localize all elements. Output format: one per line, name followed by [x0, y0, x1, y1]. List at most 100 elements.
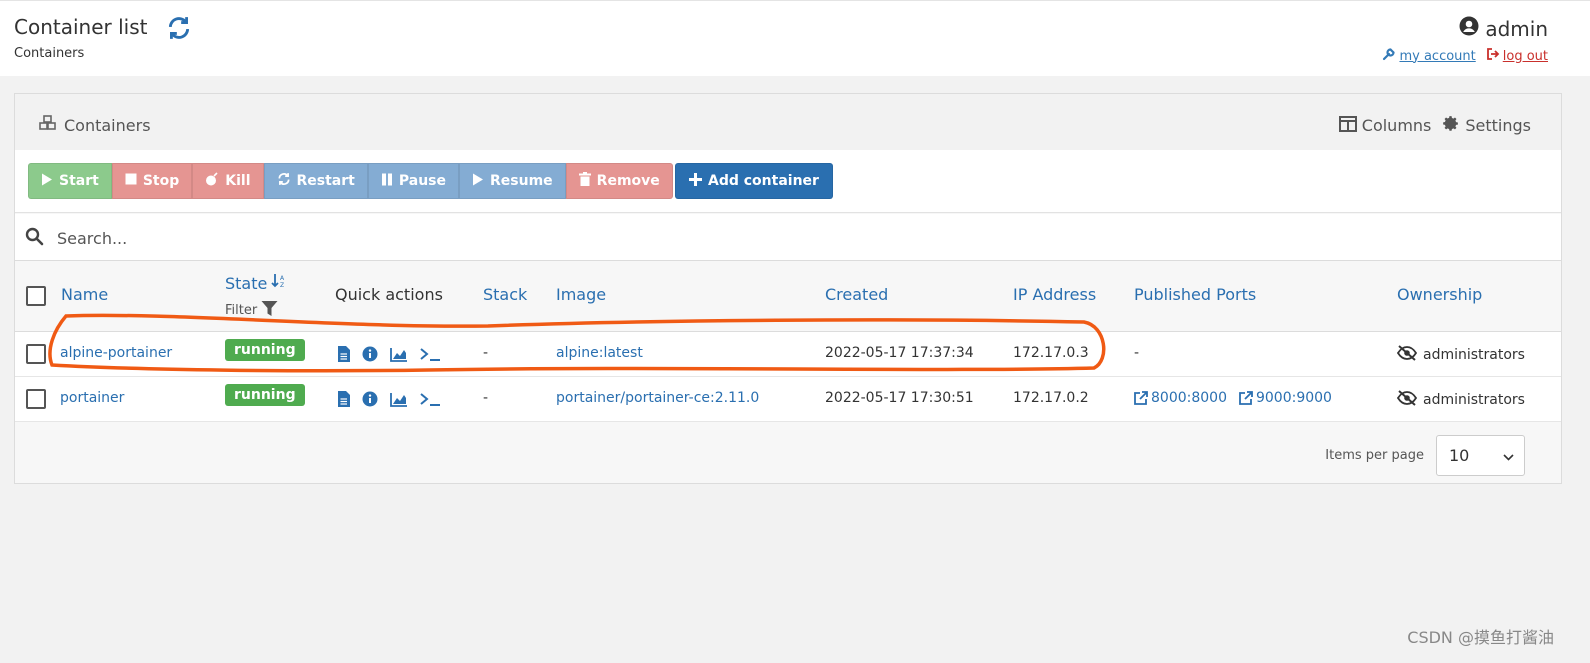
ownership-label: administrators — [1423, 347, 1525, 363]
select-all-checkbox[interactable] — [26, 286, 46, 306]
state-filter[interactable]: Filter — [225, 300, 278, 321]
table-header: Name State AZ Filter Quick actions Stack… — [15, 262, 1561, 332]
refresh-icon[interactable] — [166, 15, 192, 41]
published-ports-value: - — [1134, 345, 1140, 361]
sign-out-icon — [1486, 47, 1500, 65]
console-terminal-icon[interactable] — [420, 392, 442, 407]
filter-label: Filter — [225, 303, 258, 318]
column-header-created[interactable]: Created — [825, 285, 888, 304]
column-header-quick-actions: Quick actions — [335, 285, 443, 304]
remove-button[interactable]: Remove — [565, 163, 673, 199]
page-subtitle: Containers — [14, 46, 85, 61]
stats-chart-icon[interactable] — [390, 392, 408, 407]
port-label: 9000:9000 — [1255, 390, 1332, 406]
chevron-down-icon — [1503, 446, 1514, 465]
items-per-page-select[interactable]: 10 — [1436, 435, 1525, 476]
status-badge-cell: running — [225, 384, 305, 406]
search-input[interactable] — [55, 223, 955, 253]
pause-button[interactable]: Pause — [367, 163, 459, 199]
panel-header: Containers Columns Settings — [15, 94, 1561, 150]
panel-title: Containers — [39, 115, 151, 135]
status-badge: running — [225, 384, 305, 406]
external-link-icon — [1239, 391, 1253, 405]
user-links: my account log out — [1382, 47, 1548, 65]
log-out-link[interactable]: log out — [1486, 47, 1548, 65]
row-checkbox[interactable] — [26, 389, 46, 409]
gear-icon — [1443, 115, 1460, 136]
resume-button[interactable]: Resume — [459, 163, 566, 199]
info-circle-icon[interactable] — [362, 346, 378, 362]
page-title: Container list — [14, 15, 148, 39]
start-button[interactable]: Start — [28, 163, 112, 199]
items-per-page-value: 10 — [1449, 446, 1470, 465]
remove-label: Remove — [596, 173, 660, 189]
column-header-ip[interactable]: IP Address — [1013, 285, 1096, 304]
add-container-label: Add container — [708, 173, 819, 189]
image-link[interactable]: alpine:latest — [556, 345, 643, 361]
cubes-icon — [39, 115, 57, 135]
stop-icon — [125, 173, 137, 189]
ip-address-value: 172.17.0.3 — [1013, 345, 1089, 361]
eye-slash-icon — [1396, 345, 1418, 365]
svg-text:A: A — [280, 275, 285, 282]
columns-button[interactable]: Columns — [1338, 115, 1431, 136]
column-header-stack[interactable]: Stack — [483, 285, 527, 304]
column-header-ownership[interactable]: Ownership — [1397, 285, 1482, 304]
ownership-label: administrators — [1423, 392, 1525, 408]
add-container-button[interactable]: Add container — [675, 163, 833, 199]
table-row: alpine-portainer running - alpine:latest… — [15, 332, 1561, 377]
column-header-image[interactable]: Image — [556, 285, 606, 304]
ownership-cell: administrators — [1396, 390, 1525, 410]
console-terminal-icon[interactable] — [420, 347, 442, 362]
search-bar — [15, 214, 1561, 261]
stats-chart-icon[interactable] — [390, 347, 408, 362]
container-name-link[interactable]: alpine-portainer — [60, 345, 172, 361]
quick-actions — [337, 391, 442, 407]
column-header-ports[interactable]: Published Ports — [1134, 285, 1256, 304]
row-checkbox[interactable] — [26, 344, 46, 364]
settings-button[interactable]: Settings — [1443, 115, 1531, 136]
published-ports-cell: 8000:8000 9000:9000 — [1134, 390, 1332, 406]
play-icon — [472, 173, 484, 190]
column-header-name[interactable]: Name — [61, 285, 108, 304]
logs-file-icon[interactable] — [337, 346, 350, 362]
pause-label: Pause — [398, 173, 446, 189]
stop-label: Stop — [142, 173, 180, 189]
ownership-cell: administrators — [1396, 345, 1525, 365]
containers-panel: Containers Columns Settings Start Stop K… — [14, 93, 1562, 484]
state-header-label: State — [225, 273, 268, 293]
panel-title-label: Containers — [64, 115, 151, 135]
items-per-page-label: Items per page — [1325, 448, 1424, 463]
settings-label: Settings — [1465, 116, 1531, 135]
column-header-state[interactable]: State AZ — [225, 273, 287, 293]
logs-file-icon[interactable] — [337, 391, 350, 407]
quick-actions — [337, 346, 442, 362]
port-label: 8000:8000 — [1151, 390, 1227, 406]
pause-icon — [381, 173, 393, 190]
filter-icon — [261, 300, 278, 321]
restart-button[interactable]: Restart — [263, 163, 368, 199]
port-link[interactable]: 9000:9000 — [1239, 390, 1332, 406]
top-bar: Container list Containers admin my accou… — [0, 0, 1590, 76]
stop-button[interactable]: Stop — [111, 163, 193, 199]
eye-slash-icon — [1396, 390, 1418, 410]
external-link-icon — [1134, 391, 1148, 405]
container-name-link[interactable]: portainer — [60, 390, 124, 406]
info-circle-icon[interactable] — [362, 391, 378, 407]
containers-table: Name State AZ Filter Quick actions Stack… — [15, 262, 1561, 422]
resume-label: Resume — [490, 173, 553, 189]
kill-button[interactable]: Kill — [192, 163, 264, 199]
plus-icon — [689, 172, 702, 190]
play-icon — [41, 173, 53, 190]
panel-tools: Columns Settings — [1338, 115, 1531, 136]
port-link[interactable]: 8000:8000 — [1134, 390, 1227, 406]
my-account-link[interactable]: my account — [1382, 47, 1476, 65]
ip-address-value: 172.17.0.2 — [1013, 390, 1089, 406]
start-label: Start — [59, 173, 99, 189]
trash-icon — [578, 172, 591, 190]
image-link[interactable]: portainer/portainer-ce:2.11.0 — [556, 390, 759, 406]
created-value: 2022-05-17 17:37:34 — [825, 345, 974, 361]
kill-label: Kill — [225, 173, 251, 189]
columns-icon — [1338, 115, 1357, 136]
status-badge-cell: running — [225, 339, 305, 361]
